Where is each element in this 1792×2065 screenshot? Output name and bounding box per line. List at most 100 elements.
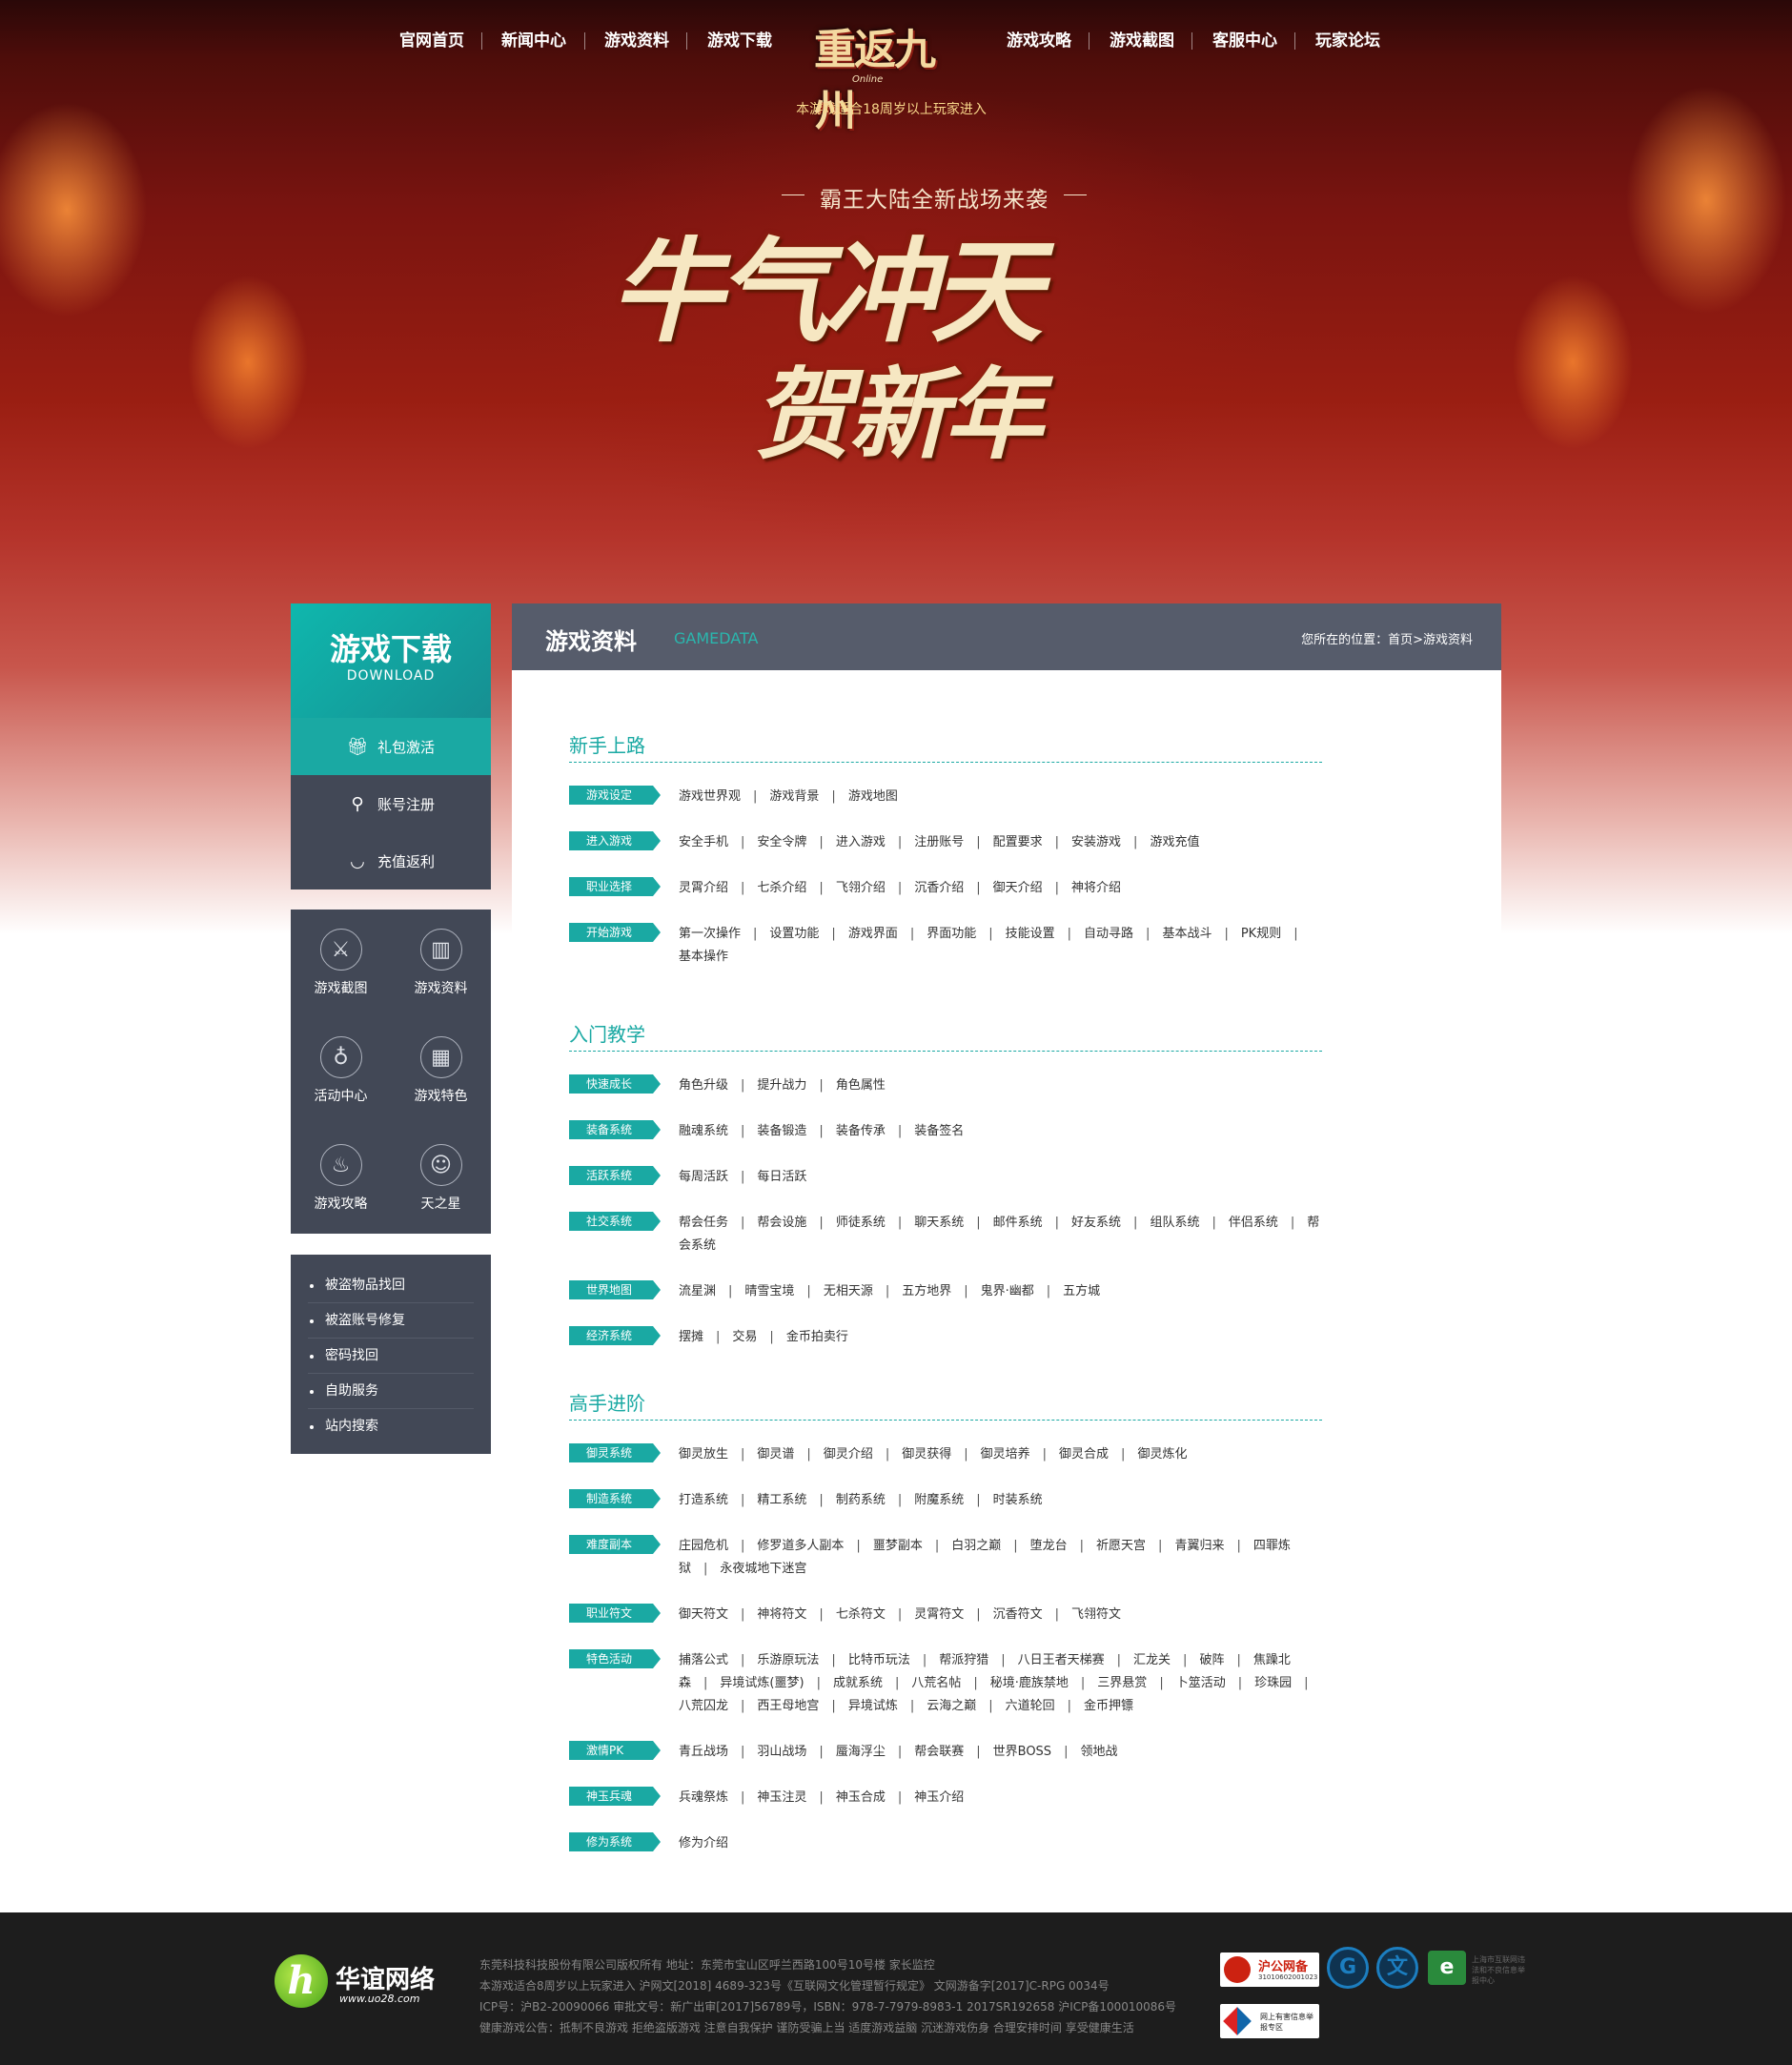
- article-link[interactable]: 精工系统: [757, 1493, 806, 1507]
- game-logo[interactable]: 重返九州 Online: [810, 10, 953, 135]
- article-link[interactable]: 御天介绍: [993, 881, 1043, 895]
- article-link[interactable]: 五方地界: [902, 1284, 951, 1298]
- shield-g-icon[interactable]: G: [1327, 1947, 1369, 1989]
- nav-download[interactable]: 游戏下载: [707, 29, 772, 53]
- article-link[interactable]: 神玉介绍: [914, 1790, 964, 1805]
- quick-link-screenshots[interactable]: ⚔ 游戏截图: [291, 910, 391, 1016]
- nav-gamedata[interactable]: 游戏资料: [604, 29, 669, 53]
- article-link[interactable]: 帮会联赛: [914, 1745, 964, 1759]
- article-link[interactable]: 御灵获得: [902, 1447, 951, 1462]
- article-link[interactable]: 金币押镖: [1084, 1699, 1133, 1713]
- article-link[interactable]: 技能设置: [1006, 927, 1055, 941]
- article-link[interactable]: 每日活跃: [757, 1170, 806, 1184]
- article-link[interactable]: 沉香符文: [993, 1607, 1043, 1622]
- article-link[interactable]: 神将符文: [757, 1607, 806, 1622]
- service-link-account-repair[interactable]: 被盗账号修复: [308, 1303, 474, 1339]
- article-link[interactable]: 金币拍卖行: [786, 1330, 848, 1344]
- article-link[interactable]: 乐游原玩法: [757, 1653, 819, 1667]
- article-link[interactable]: 界面功能: [927, 927, 976, 941]
- article-link[interactable]: 卜筮活动: [1176, 1676, 1226, 1690]
- article-link[interactable]: 御灵炼化: [1137, 1447, 1187, 1462]
- nav-news[interactable]: 新闻中心: [501, 29, 566, 53]
- article-link[interactable]: 装备传承: [836, 1124, 886, 1138]
- article-link[interactable]: 神将介绍: [1071, 881, 1121, 895]
- article-link[interactable]: 珍珠园: [1254, 1676, 1292, 1690]
- article-link[interactable]: 灵霄介绍: [679, 881, 728, 895]
- article-link[interactable]: 师徒系统: [836, 1216, 886, 1230]
- article-link[interactable]: 安全令牌: [757, 835, 806, 849]
- article-link[interactable]: PK规则: [1241, 927, 1281, 941]
- article-link[interactable]: 角色升级: [679, 1078, 728, 1093]
- article-link[interactable]: 青翼归来: [1174, 1539, 1224, 1553]
- article-link[interactable]: 打造系统: [679, 1493, 728, 1507]
- article-link[interactable]: 祈愿天宫: [1096, 1539, 1146, 1553]
- article-link[interactable]: 神玉合成: [836, 1790, 886, 1805]
- article-link[interactable]: 聊天系统: [914, 1216, 964, 1230]
- article-link[interactable]: 御灵谱: [757, 1447, 794, 1462]
- article-link[interactable]: 鬼界·幽都: [981, 1284, 1034, 1298]
- article-link[interactable]: 羽山战场: [757, 1745, 806, 1759]
- article-link[interactable]: 青丘战场: [679, 1745, 728, 1759]
- article-link[interactable]: 白羽之巅: [951, 1539, 1001, 1553]
- article-link[interactable]: 灵霄符文: [914, 1607, 964, 1622]
- article-link[interactable]: 三界悬赏: [1097, 1676, 1147, 1690]
- article-link[interactable]: 飞翎符文: [1071, 1607, 1121, 1622]
- article-link[interactable]: 西王母地宫: [757, 1699, 819, 1713]
- article-link[interactable]: 进入游戏: [836, 835, 886, 849]
- article-link[interactable]: 安全手机: [679, 835, 728, 849]
- article-link[interactable]: 游戏地图: [848, 789, 898, 804]
- article-link[interactable]: 装备锻造: [757, 1124, 806, 1138]
- article-link[interactable]: 时装系统: [993, 1493, 1043, 1507]
- article-link[interactable]: 异境试炼(噩梦): [720, 1676, 804, 1690]
- article-link[interactable]: 堕龙台: [1030, 1539, 1068, 1553]
- nav-home[interactable]: 官网首页: [399, 29, 464, 53]
- police-record-badge[interactable]: 沪公网备 31010602001023: [1220, 1953, 1319, 1987]
- article-link[interactable]: 配置要求: [993, 835, 1043, 849]
- article-link[interactable]: 御天符文: [679, 1607, 728, 1622]
- article-link[interactable]: 御灵放生: [679, 1447, 728, 1462]
- service-link-self-service[interactable]: 自助服务: [308, 1374, 474, 1409]
- gift-activate-link[interactable]: 🎁︎ 礼包激活: [291, 718, 491, 775]
- article-link[interactable]: 安装游戏: [1071, 835, 1121, 849]
- article-link[interactable]: 无相天源: [824, 1284, 873, 1298]
- article-link[interactable]: 邮件系统: [993, 1216, 1043, 1230]
- footer-logo[interactable]: h 华谊网络 www.uo28.com: [275, 1954, 446, 2012]
- article-link[interactable]: 伴侣系统: [1229, 1216, 1278, 1230]
- service-link-password[interactable]: 密码找回: [308, 1339, 474, 1374]
- culture-badge-icon[interactable]: 文: [1376, 1947, 1418, 1989]
- article-link[interactable]: 提升战力: [757, 1078, 806, 1093]
- article-link[interactable]: 成就系统: [833, 1676, 883, 1690]
- article-link[interactable]: 设置功能: [769, 927, 819, 941]
- article-link[interactable]: 庄园危机: [679, 1539, 728, 1553]
- article-link[interactable]: 沉香介绍: [914, 881, 964, 895]
- nav-support[interactable]: 客服中心: [1212, 29, 1277, 53]
- article-link[interactable]: 交易: [732, 1330, 757, 1344]
- article-link[interactable]: 制药系统: [836, 1493, 886, 1507]
- article-link[interactable]: 帮会设施: [757, 1216, 806, 1230]
- nav-guide[interactable]: 游戏攻略: [1007, 29, 1071, 53]
- article-link[interactable]: 七杀符文: [836, 1607, 886, 1622]
- article-link[interactable]: 六道轮回: [1006, 1699, 1055, 1713]
- article-link[interactable]: 帮派狩猎: [939, 1653, 988, 1667]
- article-link[interactable]: 七杀介绍: [757, 881, 806, 895]
- article-link[interactable]: 帮会任务: [679, 1216, 728, 1230]
- article-link[interactable]: 修罗道多人副本: [757, 1539, 844, 1553]
- article-link[interactable]: 八荒名帖: [911, 1676, 961, 1690]
- article-link[interactable]: 装备签名: [914, 1124, 964, 1138]
- report-badge[interactable]: 网上有害信息举报专区: [1220, 2004, 1319, 2038]
- nav-screenshots[interactable]: 游戏截图: [1110, 29, 1174, 53]
- article-link[interactable]: 修为介绍: [679, 1836, 728, 1850]
- article-link[interactable]: 附魔系统: [914, 1493, 964, 1507]
- service-link-stolen-items[interactable]: 被盗物品找回: [308, 1268, 474, 1303]
- nav-forum[interactable]: 玩家论坛: [1315, 29, 1380, 53]
- article-link[interactable]: 八荒囚龙: [679, 1699, 728, 1713]
- quick-link-star[interactable]: ☺ 天之星: [391, 1125, 491, 1232]
- article-link[interactable]: 第一次操作: [679, 927, 741, 941]
- article-link[interactable]: 角色属性: [836, 1078, 886, 1093]
- article-link[interactable]: 蜃海浮尘: [836, 1745, 886, 1759]
- article-link[interactable]: 注册账号: [914, 835, 964, 849]
- article-link[interactable]: 永夜城地下迷宫: [720, 1562, 806, 1576]
- article-link[interactable]: 好友系统: [1071, 1216, 1121, 1230]
- recharge-link[interactable]: ◡ 充值返利: [291, 832, 491, 889]
- article-link[interactable]: 噩梦副本: [873, 1539, 923, 1553]
